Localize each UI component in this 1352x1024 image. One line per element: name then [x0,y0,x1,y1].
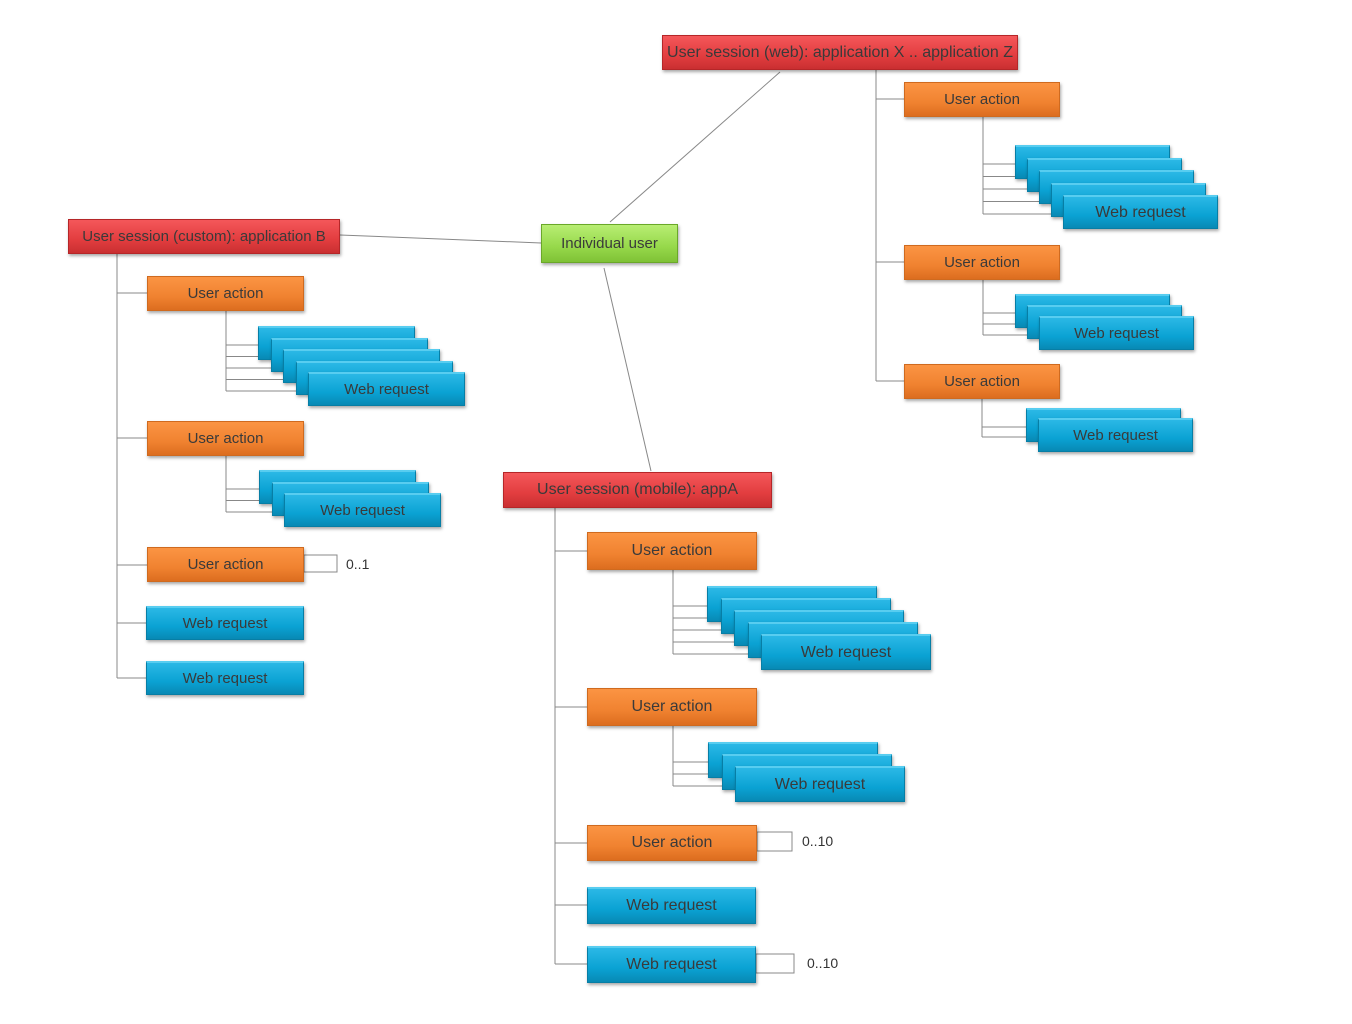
web-request-card-label: Web request [1095,203,1186,221]
web-request-node-label: Web request [182,670,268,687]
session-node-web-label: User session (web): application X .. app… [667,43,1013,61]
session-node-custom[interactable]: User session (custom): application B [68,219,340,254]
user-action-node-label: User action [187,556,264,573]
web-request-card[interactable]: Web request [308,372,465,406]
user-action-node-label: User action [631,698,713,715]
user-action-node[interactable]: User action [904,245,1060,280]
session-node-mobile[interactable]: User session (mobile): appA [503,472,772,508]
root-to-web-session [609,71,781,223]
web-request-node-label: Web request [626,956,717,973]
web-request-node-label: Web request [626,897,717,914]
user-action-node[interactable]: User action [587,825,757,861]
web-request-node[interactable]: Web request [146,661,304,695]
web-request-node[interactable]: Web request [146,606,304,640]
user-action-node[interactable]: User action [147,276,304,311]
user-action-node-label: User action [187,430,264,447]
multiplicity-label: 0..1 [346,556,370,572]
session-node-custom-label: User session (custom): application B [82,228,326,245]
self-loop-0-10 [755,953,795,974]
diagram-canvas: Individual user User session (web): appli… [0,0,1352,1024]
root-to-mobile-session [603,267,652,472]
user-action-node-label: User action [944,373,1020,390]
user-action-node[interactable]: User action [147,421,304,456]
web-request-card[interactable]: Web request [761,634,931,670]
web-request-node[interactable]: Web request [587,946,756,983]
self-loop-0-1 [303,554,338,573]
root-to-custom-session [339,234,542,244]
web-request-node[interactable]: Web request [587,887,756,924]
web-request-card-label: Web request [320,502,405,519]
web-request-card[interactable]: Web request [735,766,905,802]
user-action-node[interactable]: User action [587,532,757,570]
web-request-card[interactable]: Web request [1063,195,1218,229]
web-request-card[interactable]: Web request [1039,316,1194,350]
web-request-node-label: Web request [182,615,268,632]
user-action-node-label: User action [187,285,264,302]
web-request-card-label: Web request [344,381,429,398]
user-action-node[interactable]: User action [147,547,304,582]
web-request-card-label: Web request [774,775,866,793]
individual-user-node-label: Individual user [561,235,658,252]
web-request-card[interactable]: Web request [1038,418,1193,452]
user-action-node-label: User action [631,542,713,559]
individual-user-node[interactable]: Individual user [541,224,678,263]
user-action-node-label: User action [944,91,1020,108]
session-node-mobile-label: User session (mobile): appA [537,481,738,498]
user-action-node[interactable]: User action [587,688,757,726]
self-loop-0-10 [756,831,793,852]
multiplicity-label: 0..10 [802,833,834,849]
multiplicity-label: 0..10 [807,955,839,971]
web-request-card-label: Web request [1074,325,1159,342]
user-action-node-label: User action [631,834,713,851]
user-action-node[interactable]: User action [904,82,1060,117]
web-request-card-label: Web request [1073,427,1158,444]
user-action-node-label: User action [944,254,1020,271]
user-action-node[interactable]: User action [904,364,1060,399]
session-node-web[interactable]: User session (web): application X .. app… [662,35,1018,70]
web-request-card[interactable]: Web request [284,493,441,527]
web-request-card-label: Web request [800,643,892,661]
